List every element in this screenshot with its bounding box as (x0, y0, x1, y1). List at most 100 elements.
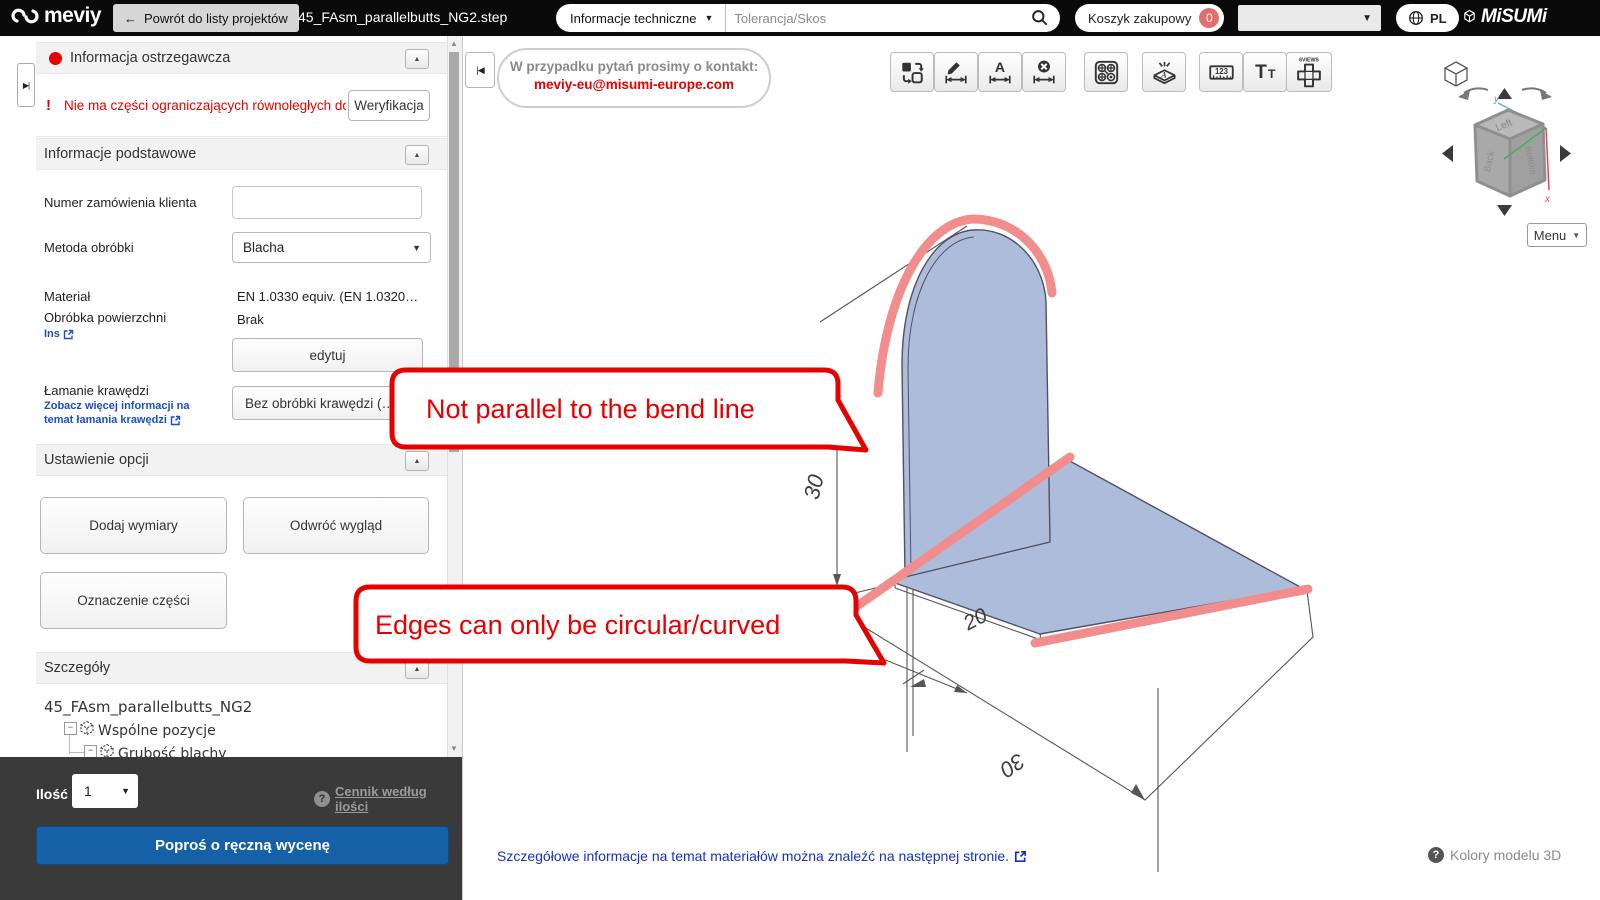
left-sidebar: ▶| Informacja ostrzegawcza ▲ ! Nie ma cz… (0, 36, 463, 900)
warning-message: Nie ma części ograniczających równoległy… (64, 98, 346, 113)
quantity-select[interactable]: 1 ▼ (72, 774, 138, 808)
hole-info-button[interactable] (1084, 52, 1128, 92)
replace-model-icon (902, 62, 924, 84)
section-header-options[interactable]: Ustawienie opcji ▲ (36, 444, 447, 476)
text-dimension-button[interactable]: A (978, 52, 1022, 92)
tech-info-dropdown[interactable]: Informacje techniczne ▼ (556, 4, 725, 32)
isometric-view-icon (1444, 61, 1468, 87)
part-marking-button[interactable]: Oznaczenie części (40, 572, 227, 629)
globe-icon (1409, 11, 1423, 25)
replace-model-button[interactable] (890, 52, 934, 92)
section-header-warning[interactable]: Informacja ostrzegawcza ▲ (36, 42, 447, 74)
meviy-app: meviy ← Powrót do listy projektów 45_FAs… (0, 0, 1600, 900)
contact-bubble: W przypadku pytań prosimy o kontakt: mev… (497, 48, 771, 108)
add-dimensions-button[interactable]: Dodaj wymiary (40, 497, 227, 554)
collapse-warning-button[interactable]: ▲ (405, 49, 429, 69)
verification-button[interactable]: Weryfikacja (348, 90, 430, 121)
misumi-logo-icon (1464, 9, 1475, 23)
help-icon: ? (1428, 847, 1444, 863)
scroll-up-icon[interactable]: ▲ (447, 39, 461, 48)
method-select[interactable]: Blacha ▼ (232, 232, 431, 263)
axis-x-line (1545, 127, 1550, 191)
material-label: Materiał (44, 289, 91, 304)
hole-info-icon (1094, 60, 1118, 84)
ins-link-label: Ins (44, 328, 60, 340)
rotate-left-arrow (1442, 145, 1453, 162)
dimension-arrowheads (822, 385, 1145, 800)
meviy-logo-text: meviy (44, 4, 102, 27)
edge-break-label: Łamanie krawędzi (44, 383, 149, 398)
collapse-details-button[interactable]: ▲ (405, 659, 429, 679)
order-number-input[interactable] (232, 186, 422, 219)
ruler-digits: 123 (1214, 67, 1228, 76)
view-cube-widget: Left Back Bottom y x Menu ▼ (1400, 50, 1600, 250)
model-colors-link[interactable]: ? Kolory modelu 3D (1428, 847, 1561, 863)
request-manual-quote-button[interactable]: Poproś o ręczną wycenę (36, 826, 449, 865)
surface-value: Brak (237, 312, 264, 327)
rotate-right-arrow (1560, 145, 1571, 162)
tree-node-common-positions[interactable]: Wspólne pozycje (98, 723, 216, 739)
meviy-logo[interactable]: meviy (10, 4, 102, 28)
chevron-down-icon: ▼ (121, 786, 130, 796)
section-header-basic-info[interactable]: Informacje podstawowe ▲ (36, 138, 447, 170)
material-value: EN 1.0330 equiv. (EN 1.0320… (237, 289, 419, 304)
sidebar-scrollbar-thumb[interactable] (449, 52, 459, 452)
collapse-basic-button[interactable]: ▲ (405, 145, 429, 165)
account-dropdown[interactable]: ▼ (1238, 5, 1381, 31)
chevron-down-icon: ▼ (1362, 12, 1372, 24)
materials-info-link[interactable]: Szczegółowe informacje na temat materiał… (497, 848, 1027, 864)
language-code: PL (1430, 10, 1447, 26)
auto-dimension-button[interactable]: 123 (1199, 52, 1243, 92)
search-bar: Informacje techniczne ▼ (556, 4, 1060, 32)
viewcube-menu-button[interactable]: Menu ▼ (1527, 223, 1587, 247)
text-annotation-button[interactable]: T T (1243, 52, 1287, 92)
highlight-bottom-edge (1030, 584, 1313, 648)
sidebar-expand-toggle[interactable]: ▶| (17, 63, 35, 107)
delete-dimension-button[interactable] (1022, 52, 1066, 92)
edit-dimension-button[interactable] (934, 52, 978, 92)
svg-text:T: T (1255, 62, 1267, 83)
warning-red-dot-icon (49, 51, 62, 65)
contact-text: W przypadku pytań prosimy o kontakt: (509, 59, 759, 74)
contact-email-link[interactable]: meviy-eu@misumi-europe.com (499, 77, 769, 92)
highlight-arch-edge (873, 214, 1057, 398)
viewport-3d[interactable]: |◀ W przypadku pytań prosimy o kontakt: … (462, 36, 1600, 900)
options-section-title: Ustawienie opcji (44, 452, 149, 468)
scroll-down-icon[interactable]: ▼ (447, 744, 461, 753)
misumi-logo-text: MiSUMi (1481, 6, 1547, 27)
svg-text:A: A (1160, 70, 1166, 79)
ins-link[interactable]: Ins (44, 328, 74, 340)
view-cube-graphic: Left Back Bottom y x (1442, 61, 1571, 216)
six-views-button[interactable]: 6VIEWS (1286, 52, 1332, 92)
rotate-right-arrowhead (1540, 90, 1552, 100)
surface-label: Obróbka powierzchni (44, 310, 167, 325)
cart-button[interactable]: Koszyk zakupowy 0 (1075, 4, 1225, 32)
collapse-panel-toggle[interactable]: |◀ (465, 52, 495, 88)
invert-appearance-button[interactable]: Odwróć wygląd (243, 497, 429, 554)
pricing-by-quantity-link[interactable]: ? Cennik według ilości (314, 784, 462, 814)
edge-info-link-2[interactable]: temat łamania krawędzi (44, 414, 181, 426)
svg-text:A: A (995, 59, 1005, 75)
top-bar: meviy ← Powrót do listy projektów 45_FAs… (0, 0, 1600, 36)
edit-button[interactable]: edytuj (232, 338, 423, 372)
highlight-bend-line (845, 452, 1075, 616)
search-input[interactable] (726, 10, 1031, 26)
surface-annotation-button[interactable]: A (1142, 52, 1186, 92)
assembly-cube-icon (80, 720, 94, 736)
language-button[interactable]: PL (1396, 4, 1459, 32)
tech-info-label: Informacje techniczne (570, 10, 697, 26)
tree-collapse-toggle[interactable]: − (64, 722, 77, 735)
vertical-flange-thickness (907, 236, 975, 575)
horizontal-flange (894, 459, 1303, 635)
rotate-up-arrow (1497, 88, 1512, 99)
edge-treatment-button[interactable]: Bez obróbki krawędzi (… (232, 386, 435, 420)
svg-text:T: T (1267, 67, 1275, 81)
tree-root-label[interactable]: 45_FAsm_parallelbutts_NG2 (44, 698, 252, 716)
edge-info-link[interactable]: Zobacz więcej informacji na (44, 400, 190, 412)
collapse-options-button[interactable]: ▲ (405, 451, 429, 471)
back-to-projects-button[interactable]: ← Powrót do listy projektów (113, 4, 299, 32)
help-icon: ? (314, 791, 330, 807)
section-header-details[interactable]: Szczegóły ▲ (36, 652, 447, 684)
external-link-icon (63, 329, 74, 339)
search-icon[interactable] (1031, 9, 1049, 27)
